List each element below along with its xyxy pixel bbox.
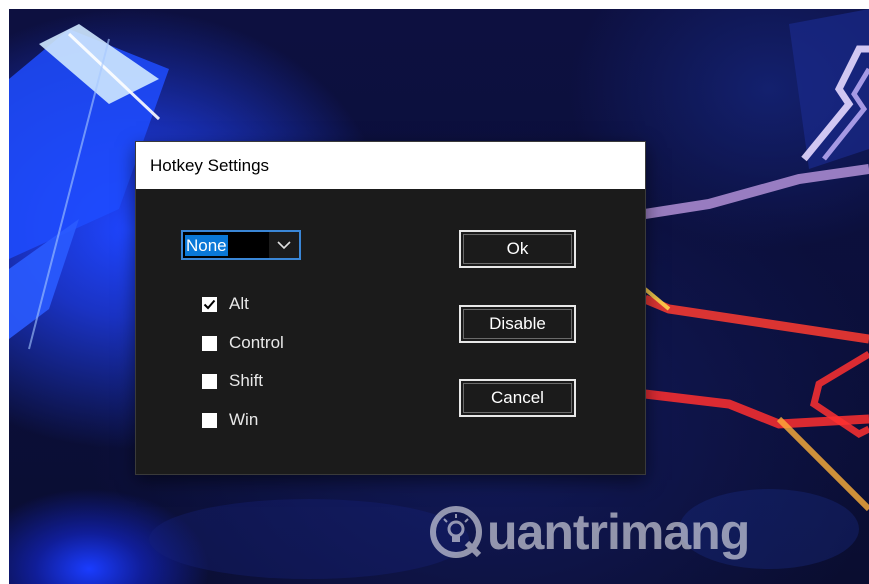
chevron-down-icon[interactable] bbox=[269, 232, 299, 258]
key-select-dropdown[interactable]: None bbox=[181, 230, 301, 260]
shift-checkbox[interactable] bbox=[202, 373, 217, 389]
win-label: Win bbox=[229, 410, 259, 429]
modifier-control[interactable]: Control bbox=[202, 331, 284, 355]
dialog-titlebar[interactable]: Hotkey Settings bbox=[136, 142, 645, 189]
shift-label: Shift bbox=[229, 371, 264, 390]
control-checkbox[interactable] bbox=[202, 335, 217, 351]
win-checkbox[interactable] bbox=[202, 412, 217, 428]
watermark: uantrimang bbox=[429, 503, 750, 561]
key-select-value: None bbox=[185, 235, 228, 256]
disable-button[interactable]: Disable bbox=[459, 305, 576, 343]
watermark-text: uantrimang bbox=[487, 504, 750, 560]
modifier-alt[interactable]: Alt bbox=[202, 292, 249, 316]
alt-label: Alt bbox=[229, 294, 249, 313]
hotkey-settings-dialog: Hotkey Settings None Alt Control Shift W… bbox=[136, 142, 645, 474]
modifier-shift[interactable]: Shift bbox=[202, 369, 263, 393]
modifier-win[interactable]: Win bbox=[202, 408, 258, 432]
lightbulb-logo-icon bbox=[430, 506, 482, 558]
cancel-button[interactable]: Cancel bbox=[459, 379, 576, 417]
alt-checkbox[interactable] bbox=[202, 296, 217, 312]
ok-button[interactable]: Ok bbox=[459, 230, 576, 268]
checkmark-icon bbox=[203, 299, 216, 309]
dialog-title: Hotkey Settings bbox=[150, 155, 270, 175]
control-label: Control bbox=[229, 333, 284, 352]
